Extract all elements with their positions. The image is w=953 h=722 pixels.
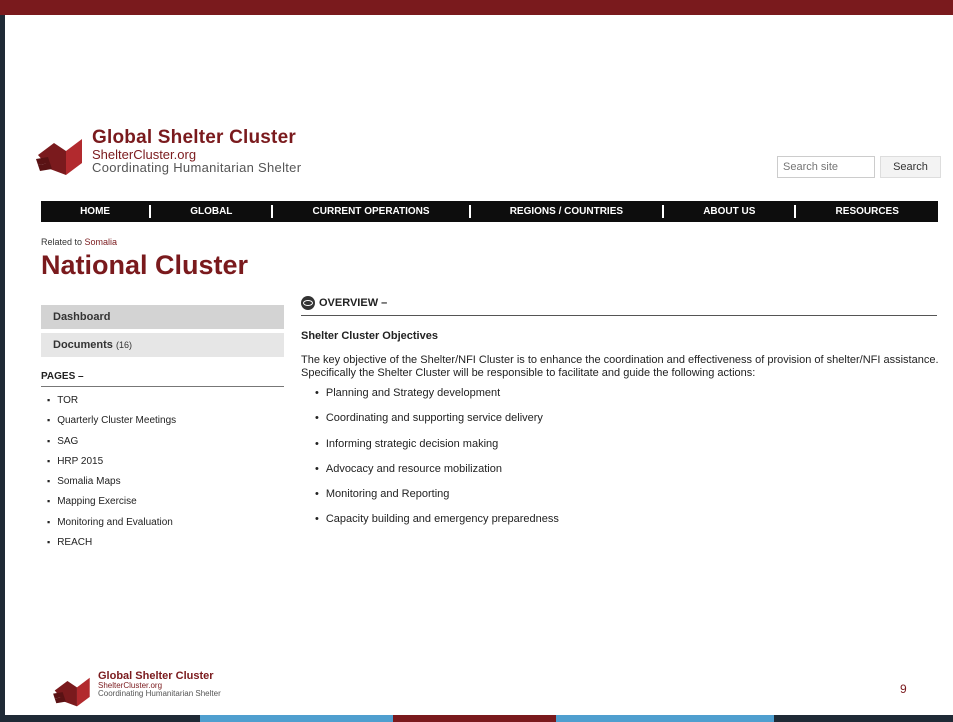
shelter-hands-icon [36, 139, 82, 175]
bottom-bar-segment [200, 715, 393, 722]
page-link-reach[interactable]: REACH [41, 535, 284, 555]
footer-tagline: Coordinating Humanitarian Shelter [98, 689, 221, 698]
search-input[interactable] [777, 156, 875, 178]
footer-logo: Global Shelter Cluster ShelterCluster.or… [52, 671, 221, 708]
bottom-bar-segment [556, 715, 774, 722]
eye-icon [301, 296, 315, 310]
nav-regions-countries[interactable]: REGIONS / COUNTRIES [471, 205, 665, 218]
sidebar-dashboard-label: Dashboard [53, 311, 111, 323]
related-to: Related to Somalia [41, 237, 117, 247]
overview-title: OVERVIEW – [319, 297, 388, 309]
objectives-heading: Shelter Cluster Objectives [301, 330, 438, 342]
slide-top-bar [0, 0, 953, 15]
sidebar-dashboard[interactable]: Dashboard [41, 305, 284, 329]
slide-left-edge [0, 15, 5, 715]
objective-item: Informing strategic decision making [315, 437, 937, 462]
page-link-mapping-exercise[interactable]: Mapping Exercise [41, 494, 284, 514]
sidebar-documents[interactable]: Documents (16) [41, 333, 284, 357]
overview-header: OVERVIEW – [301, 296, 937, 316]
objective-item: Monitoring and Reporting [315, 487, 937, 512]
objective-item: Planning and Strategy development [315, 386, 937, 411]
logo-tagline: Coordinating Humanitarian Shelter [92, 160, 302, 175]
nav-global[interactable]: GLOBAL [151, 205, 274, 218]
related-link-somalia[interactable]: Somalia [85, 237, 118, 247]
sidebar: Dashboard Documents (16) PAGES – TOR Qua… [41, 305, 284, 555]
objective-item: Capacity building and emergency prepared… [315, 512, 937, 537]
main-content: OVERVIEW – Shelter Cluster Objectives Th… [301, 296, 939, 538]
search-button[interactable]: Search [880, 156, 941, 178]
nav-resources[interactable]: RESOURCES [796, 205, 937, 218]
objective-item: Advocacy and resource mobilization [315, 462, 937, 487]
related-prefix: Related to [41, 237, 83, 247]
sidebar-documents-label: Documents [53, 339, 113, 351]
search-bar: Search [777, 156, 941, 178]
bottom-bar-segment [0, 715, 200, 722]
main-nav: HOME GLOBAL CURRENT OPERATIONS REGIONS /… [41, 201, 938, 222]
page-link-tor[interactable]: TOR [41, 393, 284, 413]
pages-list: TOR Quarterly Cluster Meetings SAG HRP 2… [41, 393, 284, 555]
nav-current-operations[interactable]: CURRENT OPERATIONS [273, 205, 471, 218]
bottom-bar-segment [774, 715, 953, 722]
logo-title: Global Shelter Cluster [92, 127, 296, 148]
pages-heading: PAGES – [41, 371, 284, 387]
objective-item: Coordinating and supporting service deli… [315, 411, 937, 436]
objectives-list: Planning and Strategy development Coordi… [315, 386, 937, 538]
page-link-somalia-maps[interactable]: Somalia Maps [41, 474, 284, 494]
page-title: National Cluster [41, 250, 249, 280]
page-link-sag[interactable]: SAG [41, 434, 284, 454]
site-logo[interactable]: Global Shelter Cluster ShelterCluster.or… [36, 128, 301, 177]
nav-home[interactable]: HOME [41, 205, 152, 218]
page-link-monitoring-evaluation[interactable]: Monitoring and Evaluation [41, 515, 284, 535]
slide-number: 9 [900, 682, 907, 696]
shelter-hands-icon [53, 677, 90, 707]
slide-bottom-bar [0, 715, 953, 722]
bottom-bar-segment [393, 715, 556, 722]
documents-count: (16) [115, 340, 132, 350]
page-link-quarterly-meetings[interactable]: Quarterly Cluster Meetings [41, 413, 284, 433]
objectives-intro: The key objective of the Shelter/NFI Clu… [301, 354, 939, 379]
page-link-hrp-2015[interactable]: HRP 2015 [41, 454, 284, 474]
nav-about-us[interactable]: ABOUT US [664, 205, 797, 218]
